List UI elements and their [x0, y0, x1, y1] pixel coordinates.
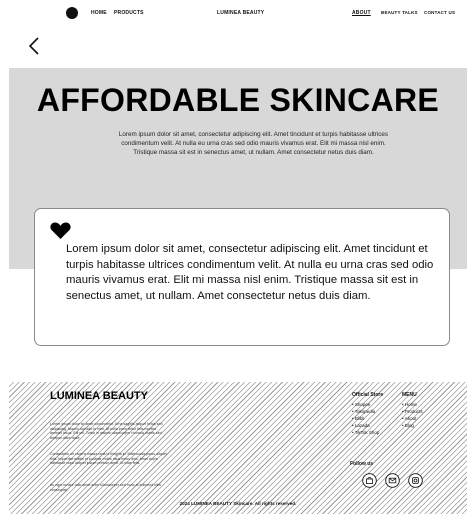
footer-menu-link[interactable]: About	[402, 415, 423, 422]
footer-menu-link[interactable]: Products	[402, 408, 423, 415]
footer-paragraph: Ac eget ornare odio amet enim ullamcorpe…	[50, 483, 161, 492]
shop-icon[interactable]	[362, 473, 377, 488]
footer-brand: LUMINEA BEAUTY	[50, 390, 148, 402]
copyright-text: 2024 LUMINEA BEAUTY Skincare. All rights…	[179, 501, 297, 506]
follow-us-label: Follow us	[350, 461, 374, 467]
top-nav: HOME PRODUCTS LUMINEA BEAUTY ABOUT BEAUT…	[34, 6, 459, 20]
footer-paragraph: Consectetur sit viverra massa urna id fr…	[50, 452, 167, 466]
store-link[interactable]: Blibli	[352, 415, 379, 422]
footer-menu-link[interactable]: Blog	[402, 422, 423, 429]
store-link[interactable]: Lazada	[352, 422, 379, 429]
footer-menu-link[interactable]: Home	[402, 401, 423, 408]
footer-menu-title: MENU	[402, 392, 417, 398]
nav-beauty-talks-link[interactable]: BEAUTY TALKS	[381, 10, 418, 15]
nav-products-link[interactable]: PRODUCTS	[114, 10, 144, 16]
instagram-icon[interactable]	[408, 473, 423, 488]
footer-menu-list: Home Products About Blog	[402, 401, 423, 429]
nav-about-link[interactable]: ABOUT	[352, 10, 371, 16]
store-link[interactable]: Tokopedia	[352, 408, 379, 415]
store-link[interactable]: Shopee	[352, 401, 379, 408]
hero-title: AFFORDABLE SKINCARE	[36, 82, 440, 118]
nav-brand-link[interactable]: LUMINEA BEAUTY	[217, 10, 264, 16]
logo-dot-icon[interactable]	[66, 7, 78, 19]
footer: LUMINEA BEAUTY Lorem ipsum dolor sit ame…	[9, 382, 467, 514]
hero-description: Lorem ipsum dolor sit amet, consectetur …	[118, 131, 389, 157]
footer-paragraph: Lorem ipsum dolor sit amet consectetur. …	[50, 422, 163, 440]
card-description: Lorem ipsum dolor sit amet, consectetur …	[66, 243, 434, 302]
store-link[interactable]: TikTok Shop	[352, 429, 380, 436]
nav-home-link[interactable]: HOME	[91, 10, 107, 16]
back-arrow-icon[interactable]	[27, 36, 41, 56]
mail-icon[interactable]	[385, 473, 400, 488]
official-store-list: Shopee Tokopedia Blibli Lazada TikTok Sh…	[352, 401, 380, 436]
nav-contact-link[interactable]: CONTACT US	[424, 10, 455, 15]
official-store-title: Official Store	[352, 392, 384, 398]
content-card: Lorem ipsum dolor sit amet, consectetur …	[34, 208, 450, 346]
heart-icon	[50, 222, 71, 240]
